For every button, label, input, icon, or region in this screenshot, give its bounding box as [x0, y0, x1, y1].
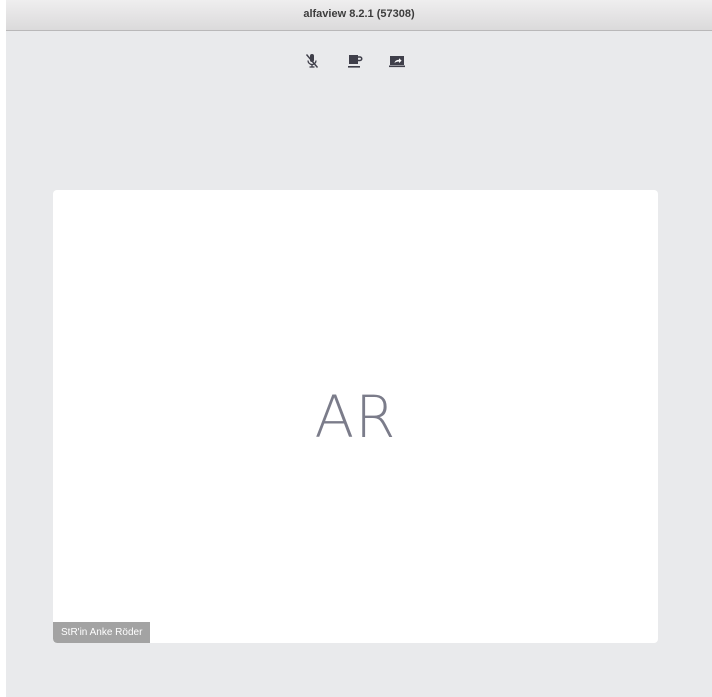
media-toolbar [6, 52, 712, 70]
screen-share-icon[interactable] [388, 52, 406, 70]
title-bar[interactable]: alfaview 8.2.1 (57308) [6, 0, 712, 31]
participant-name-badge: StR'in Anke Röder [53, 622, 151, 643]
app-window: alfaview 8.2.1 (57308) AR StR'in Anke Rö… [6, 0, 712, 697]
participant-video-tile[interactable]: AR StR'in Anke Röder [53, 190, 658, 643]
window-title: alfaview 8.2.1 (57308) [303, 8, 415, 20]
coffee-break-icon[interactable] [346, 52, 364, 70]
participant-initials: AR [314, 383, 397, 451]
microphone-muted-icon[interactable] [303, 52, 321, 70]
